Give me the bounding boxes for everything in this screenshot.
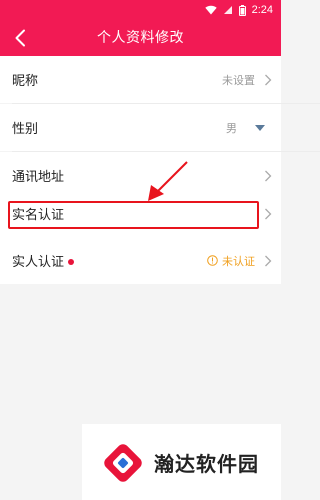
chevron-right-icon (265, 255, 272, 266)
back-button[interactable] (6, 24, 34, 52)
watermark: 瀚达软件园 (82, 424, 281, 500)
chevron-right-icon (265, 170, 272, 181)
watermark-logo (104, 444, 142, 482)
warning-icon (207, 255, 218, 266)
nickname-value: 未设置 (222, 73, 255, 87)
real-person-auth-label: 实人认证 (12, 251, 75, 270)
chevron-right-icon (265, 208, 272, 219)
notification-dot (68, 258, 75, 265)
real-person-auth-row[interactable]: 实人认证 未认证 (0, 237, 281, 284)
dropdown-arrow-icon[interactable] (255, 124, 265, 131)
gender-row[interactable]: 性别 男 (0, 104, 281, 151)
annotation-arrow (148, 161, 188, 201)
address-label: 通讯地址 (12, 170, 65, 185)
app-bar: 个人资料修改 (0, 20, 281, 56)
back-arrow-icon (15, 29, 25, 47)
battery-icon (238, 4, 246, 16)
wifi-icon (204, 5, 217, 15)
real-name-auth-label: 实名认证 (12, 208, 65, 223)
auth-status-text: 未认证 (222, 254, 255, 268)
gender-label: 性别 (12, 122, 39, 137)
nickname-label: 昵称 (12, 74, 39, 89)
watermark-text: 瀚达软件园 (154, 452, 259, 476)
auth-status: 未认证 (207, 253, 255, 269)
cellular-signal-icon (223, 6, 232, 14)
status-bar: 2:24 (0, 0, 281, 20)
status-time: 2:24 (251, 4, 273, 16)
gender-value: 男 (226, 121, 237, 135)
chevron-right-icon (265, 74, 272, 85)
page-title: 个人资料修改 (97, 30, 184, 46)
nickname-row[interactable]: 昵称 未设置 (0, 56, 281, 103)
status-icons: 2:24 (204, 3, 273, 17)
